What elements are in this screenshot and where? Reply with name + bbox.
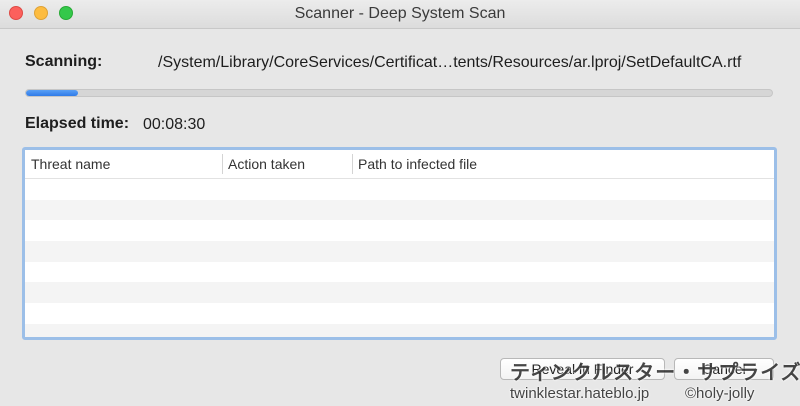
table-row bbox=[25, 179, 774, 200]
column-header-path[interactable]: Path to infected file bbox=[358, 154, 477, 174]
title-bar[interactable]: Scanner - Deep System Scan bbox=[0, 0, 800, 29]
table-row bbox=[25, 323, 774, 337]
scanning-label: Scanning: bbox=[25, 53, 103, 70]
scanning-path: /System/Library/CoreServices/Certificat…… bbox=[158, 54, 742, 71]
threats-table[interactable]: Threat name Action taken Path to infecte… bbox=[22, 147, 777, 340]
scan-progress-fill bbox=[26, 90, 79, 96]
elapsed-time-value: 00:08:30 bbox=[143, 116, 206, 133]
watermark-japanese: ティンクルスター・サプライズ bbox=[510, 362, 800, 384]
column-separator[interactable] bbox=[222, 154, 223, 174]
scan-progress-bar bbox=[25, 89, 773, 97]
column-header-threat-name[interactable]: Threat name bbox=[31, 154, 110, 174]
column-separator[interactable] bbox=[352, 154, 353, 174]
scanner-window: Scanner - Deep System Scan Scanning: /Sy… bbox=[0, 0, 800, 406]
table-header: Threat name Action taken Path to infecte… bbox=[25, 150, 774, 179]
table-body bbox=[25, 179, 774, 337]
table-row bbox=[25, 220, 774, 241]
watermark-copyright: ©holy-jolly bbox=[685, 385, 755, 402]
table-row bbox=[25, 262, 774, 283]
table-row bbox=[25, 303, 774, 324]
elapsed-time-label: Elapsed time: bbox=[25, 115, 130, 132]
table-row bbox=[25, 282, 774, 304]
watermark-site: twinklestar.hateblo.jp bbox=[510, 385, 650, 402]
column-header-action-taken[interactable]: Action taken bbox=[228, 154, 305, 174]
table-row bbox=[25, 199, 774, 221]
table-row bbox=[25, 241, 774, 262]
window-title: Scanner - Deep System Scan bbox=[294, 5, 506, 22]
